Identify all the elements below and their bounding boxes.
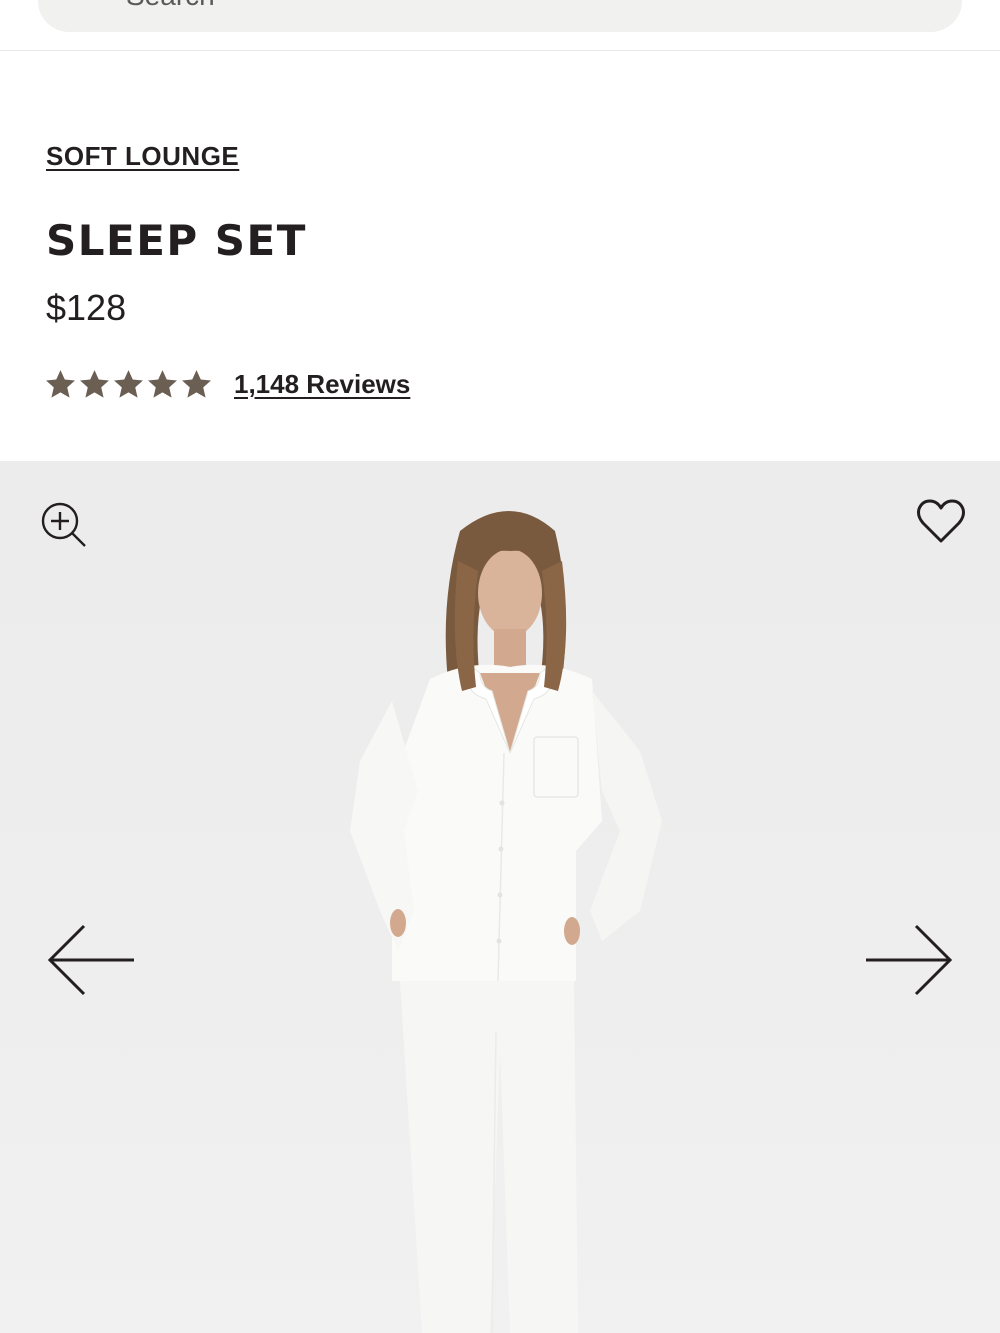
search-input[interactable]: Search (126, 0, 215, 12)
arrow-right-icon[interactable] (864, 923, 954, 997)
heart-icon[interactable] (916, 497, 966, 545)
product-image (350, 511, 662, 1333)
reviews-link[interactable]: 1,148 Reviews (234, 369, 410, 400)
star-icon (80, 369, 109, 398)
search-icon (76, 0, 110, 8)
star-icon (148, 369, 177, 398)
header-divider (0, 50, 1000, 51)
arrow-left-icon[interactable] (46, 923, 136, 997)
star-icon (46, 369, 75, 398)
product-price: $128 (46, 287, 127, 328)
zoom-in-icon[interactable] (40, 501, 88, 549)
product-gallery[interactable] (0, 461, 1000, 1333)
star-icon (182, 369, 211, 398)
product-title: SLEEP SET (46, 216, 307, 265)
collection-link[interactable]: SOFT LOUNGE (46, 141, 239, 172)
star-icon (114, 369, 143, 398)
rating-row[interactable]: 1,148 Reviews (44, 366, 410, 402)
